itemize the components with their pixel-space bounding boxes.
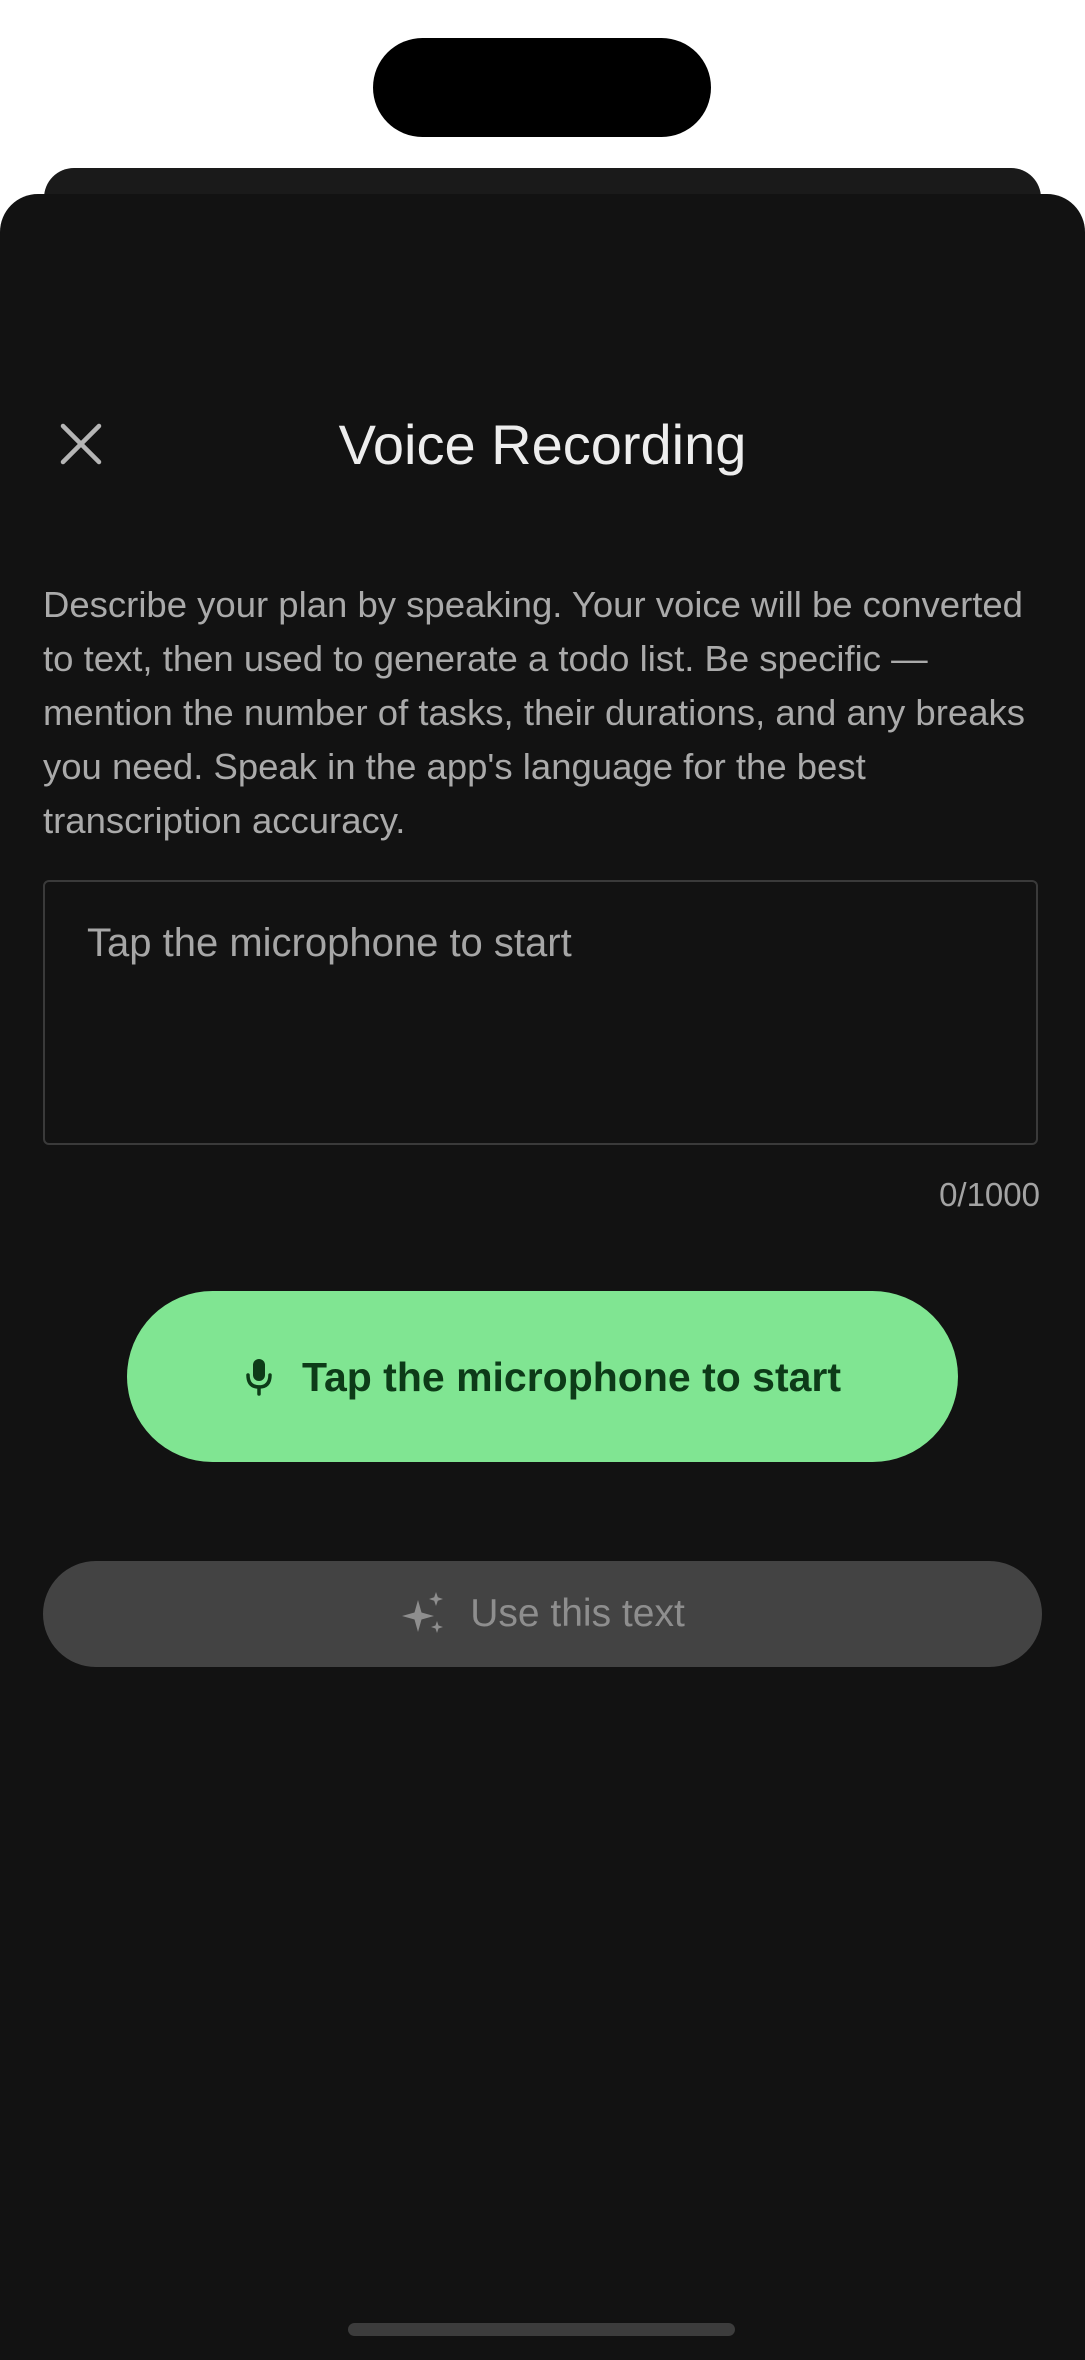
home-indicator[interactable] [348,2323,735,2336]
use-this-text-button[interactable]: Use this text [43,1561,1042,1667]
page-title: Voice Recording [338,413,747,476]
use-this-text-label: Use this text [470,1592,685,1635]
character-counter: 0/1000 [939,1176,1040,1213]
voice-recording-sheet [0,194,1085,2360]
sparkles-icon [402,1592,444,1633]
transcript-input[interactable] [45,882,1036,1143]
microphone-button-label: Tap the microphone to start [301,1353,842,1400]
transcript-box[interactable] [43,880,1038,1145]
microphone-icon [246,1358,272,1396]
instructions-text: Describe your plan by speaking. Your voi… [43,584,1025,841]
microphone-button[interactable]: Tap the microphone to start [127,1291,958,1462]
dynamic-island [373,38,711,137]
voice-recording-screen: Voice Recording Describe your plan by sp… [0,0,1085,2360]
